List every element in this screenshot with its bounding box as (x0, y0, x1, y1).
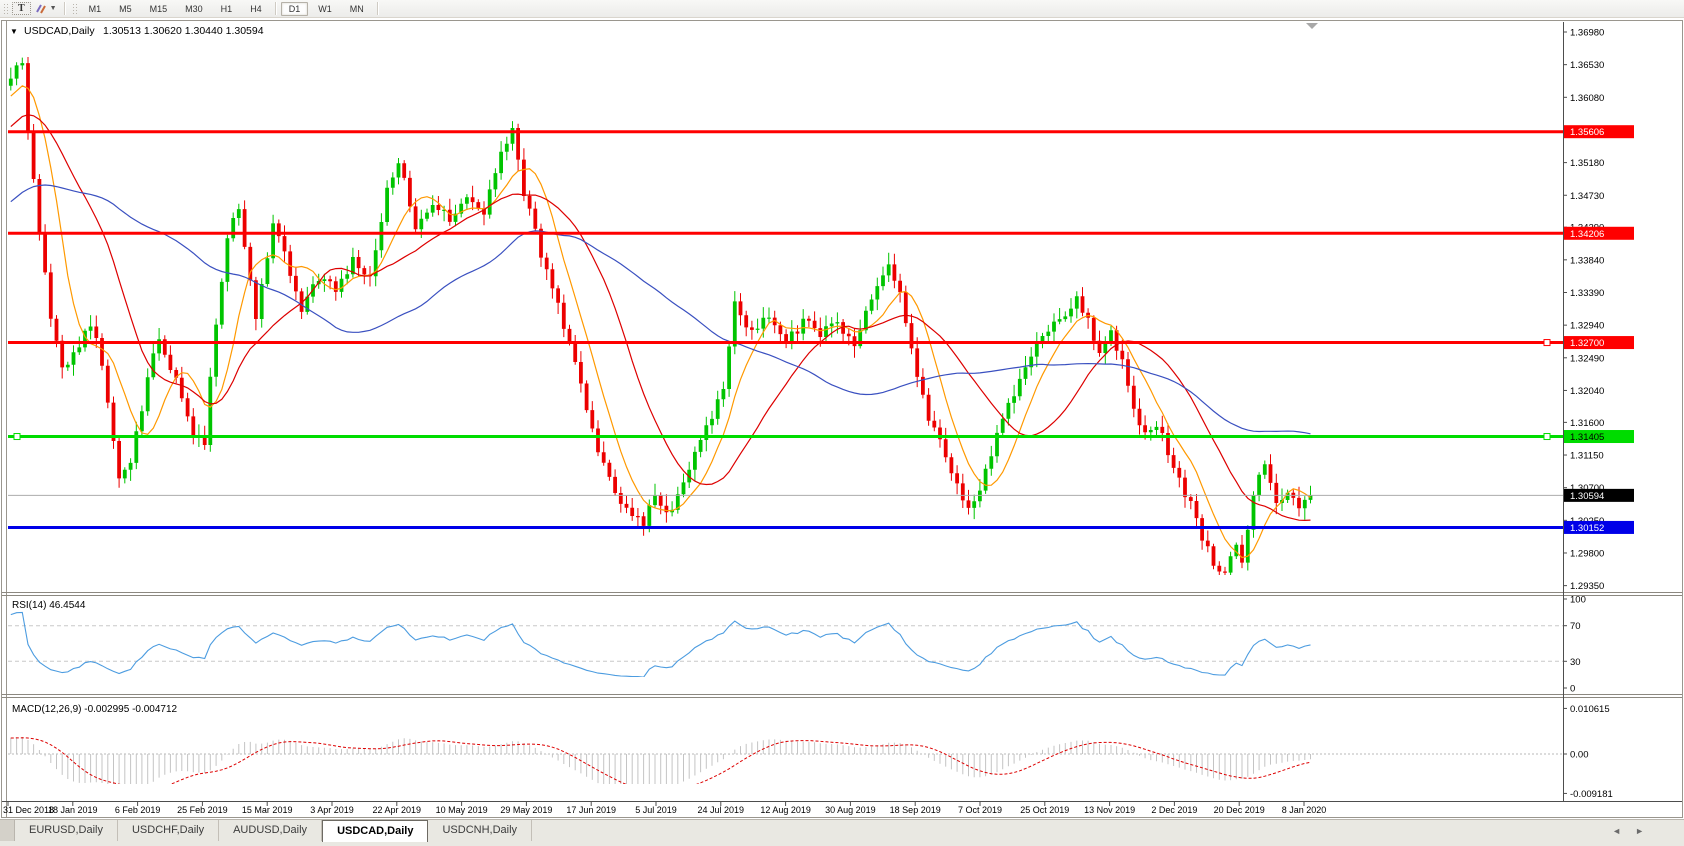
toolbar-separator (377, 2, 378, 15)
hline-badge-label: 1.34206 (1570, 229, 1604, 240)
date-tick-label: 24 Jul 2019 (698, 805, 745, 815)
tab-audusd-daily[interactable]: AUDUSD,Daily (219, 820, 322, 841)
timeframe-m30[interactable]: M30 (177, 2, 211, 16)
date-tick-label: 12 Aug 2019 (760, 805, 811, 815)
price-tick-label: 1.36980 (1570, 28, 1604, 39)
price-tick-label: 1.32490 (1570, 353, 1604, 364)
date-tick-label: 18 Jan 2019 (48, 805, 98, 815)
date-tick-label: 6 Feb 2019 (115, 805, 161, 815)
timeframe-m5[interactable]: M5 (111, 2, 140, 16)
chart-background (0, 18, 1684, 819)
arrange-charts-button[interactable]: ▼ (32, 2, 60, 16)
tab-scroll-left-icon[interactable]: ◄ (1612, 826, 1621, 836)
date-tick-label: 17 Jun 2019 (566, 805, 616, 815)
price-tick-label: 1.32940 (1570, 321, 1604, 332)
chart-canvas[interactable]: 1.36980 1.36530 1.36080 1.35180 1.34730 1.342… (0, 18, 1684, 819)
date-tick-label: 20 Dec 2019 (1214, 805, 1265, 815)
date-tick-label: 18 Sep 2019 (890, 805, 941, 815)
symbol-tab-bar: EURUSD,DailyUSDCHF,DailyAUDUSD,DailyUSDC… (0, 819, 1684, 846)
price-tick-label: 1.32040 (1570, 386, 1604, 397)
timeframe-mn[interactable]: MN (342, 2, 372, 16)
date-tick-label: 5 Jul 2019 (635, 805, 677, 815)
tab-scroll-right-icon[interactable]: ► (1635, 826, 1644, 836)
tab-usdcad-daily[interactable]: USDCAD,Daily (322, 820, 428, 842)
arrange-icon (35, 3, 48, 15)
macd-tick-label: 0.00 (1570, 750, 1589, 761)
toolbar-drag-handle-2[interactable] (71, 2, 78, 15)
price-tick-label: 1.36530 (1570, 60, 1604, 71)
timeframe-w1[interactable]: W1 (310, 2, 340, 16)
macd-tick-label: 0.010615 (1570, 704, 1610, 715)
date-tick-label: 25 Oct 2019 (1020, 805, 1069, 815)
tab-bar-corner (0, 820, 15, 841)
date-tick-label: 30 Aug 2019 (825, 805, 876, 815)
macd-tick-label: -0.009181 (1570, 789, 1613, 800)
hline-handle-icon[interactable] (14, 434, 20, 440)
text-tool-button[interactable]: T (12, 2, 31, 15)
timeframe-m1[interactable]: M1 (81, 2, 110, 16)
date-tick-label: 10 May 2019 (436, 805, 488, 815)
hline-badge-label: 1.30152 (1570, 523, 1604, 534)
timeframe-h4[interactable]: H4 (242, 2, 270, 16)
price-tick-label: 1.29800 (1570, 548, 1604, 559)
tab-eurusd-daily[interactable]: EURUSD,Daily (15, 820, 118, 841)
price-tick-label: 1.33840 (1570, 255, 1604, 266)
date-tick-label: 15 Mar 2019 (242, 805, 293, 815)
date-tick-label: 8 Jan 2020 (1282, 805, 1327, 815)
tab-usdchf-daily[interactable]: USDCHF,Daily (118, 820, 219, 841)
date-tick-label: 2 Dec 2019 (1151, 805, 1197, 815)
price-tick-label: 1.36080 (1570, 93, 1604, 104)
price-tick-label: 1.34730 (1570, 191, 1604, 202)
timeframe-d1[interactable]: D1 (281, 2, 309, 16)
chart-title-collapse-icon[interactable]: ▼ (10, 27, 18, 36)
date-tick-label: 3 Apr 2019 (310, 805, 354, 815)
price-tick-label: 1.31600 (1570, 418, 1604, 429)
date-tick-label: 29 May 2019 (500, 805, 552, 815)
rsi-indicator-label: RSI(14) 46.4544 (12, 600, 86, 611)
top-toolbar: T ▼ M1M5M15M30H1H4 D1W1MN (0, 0, 1684, 18)
chart-ohlc-values: 1.30513 1.30620 1.30440 1.30594 (103, 25, 264, 37)
hline-badge-label: 1.35606 (1570, 127, 1604, 138)
rsi-tick-label: 100 (1570, 595, 1586, 606)
date-tick-label: 25 Feb 2019 (177, 805, 228, 815)
toolbar-drag-handle[interactable] (2, 2, 9, 15)
price-tick-label: 1.29350 (1570, 581, 1604, 592)
toolbar-separator (275, 2, 276, 15)
hline-handle-icon[interactable] (1544, 340, 1550, 346)
hline-handle-icon[interactable] (1544, 434, 1550, 440)
hline-badge-label: 1.32700 (1570, 338, 1604, 349)
date-tick-label: 13 Nov 2019 (1084, 805, 1135, 815)
date-tick-label: 22 Apr 2019 (373, 805, 422, 815)
date-tick-label: 31 Dec 2018 (3, 805, 54, 815)
price-tick-label: 1.31150 (1570, 451, 1604, 462)
dropdown-arrow-icon: ▼ (50, 5, 57, 12)
rsi-tick-label: 0 (1570, 684, 1575, 695)
chart-window[interactable]: 1.36980 1.36530 1.36080 1.35180 1.34730 1.342… (0, 18, 1684, 819)
date-tick-label: 7 Oct 2019 (958, 805, 1002, 815)
price-tick-label: 1.33390 (1570, 288, 1604, 299)
rsi-tick-label: 30 (1570, 657, 1581, 668)
hline-badge-label: 1.31405 (1570, 432, 1604, 443)
chart-title: USDCAD,Daily (24, 25, 95, 37)
price-tick-label: 1.35180 (1570, 158, 1604, 169)
rsi-tick-label: 70 (1570, 621, 1581, 632)
timeframe-m15[interactable]: M15 (142, 2, 176, 16)
timeframe-h1[interactable]: H1 (213, 2, 241, 16)
tab-usdcnh-daily[interactable]: USDCNH,Daily (428, 820, 532, 841)
macd-indicator-label: MACD(12,26,9) -0.002995 -0.004712 (12, 704, 178, 715)
current-price-badge-label: 1.30594 (1570, 491, 1604, 502)
toolbar-separator (64, 2, 65, 15)
